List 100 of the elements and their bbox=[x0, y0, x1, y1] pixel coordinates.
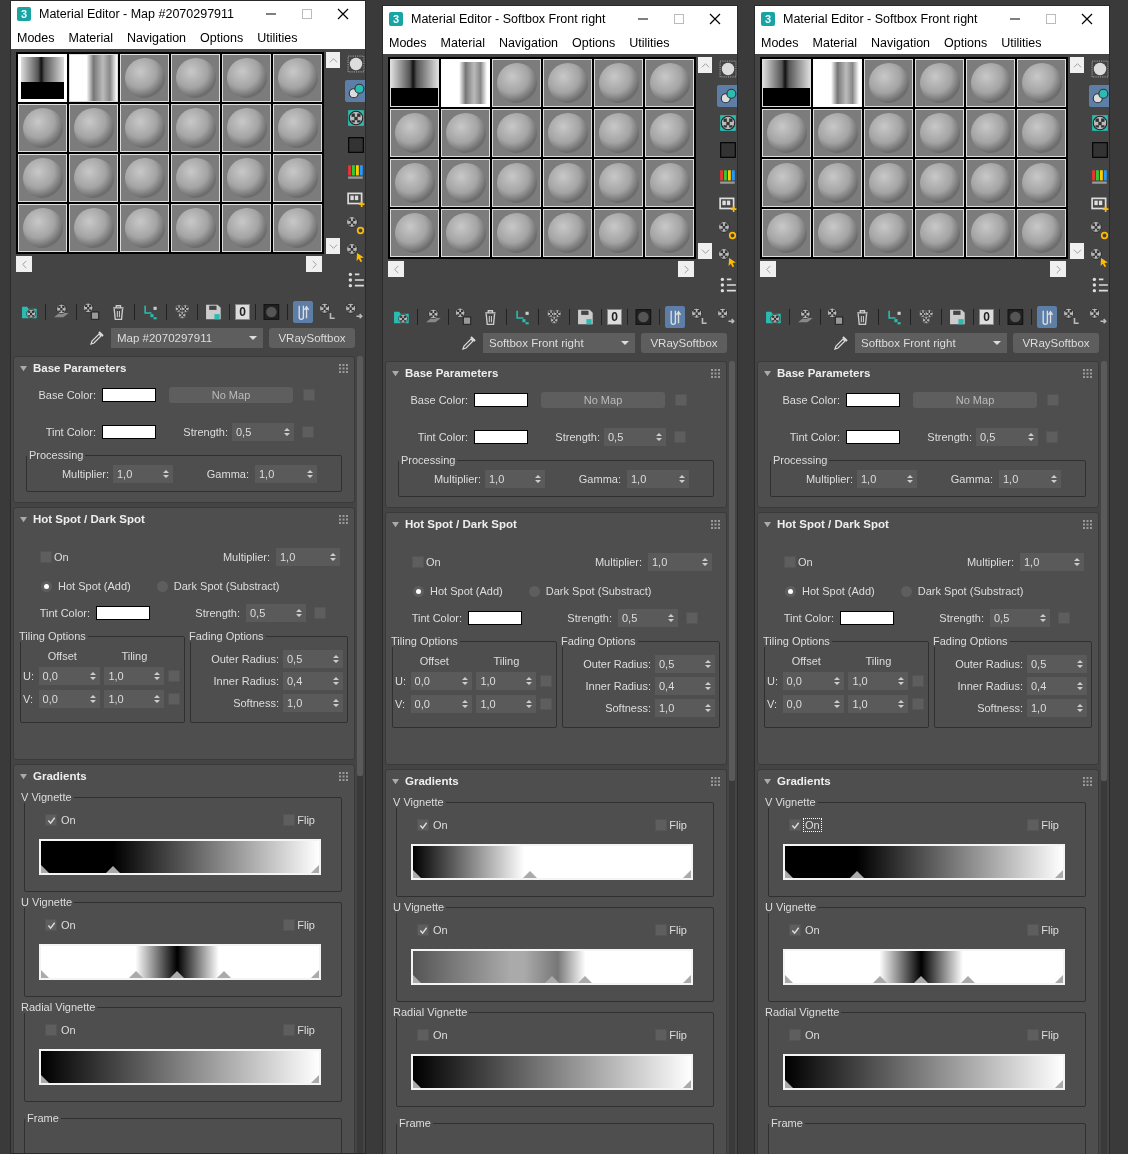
spinner-arrows-icon[interactable] bbox=[333, 654, 339, 664]
sphere-slot[interactable] bbox=[966, 59, 1015, 107]
rollout-title[interactable]: Base Parameters bbox=[33, 362, 333, 374]
sphere-slot[interactable] bbox=[966, 209, 1015, 257]
collapse-triangle-icon[interactable] bbox=[20, 772, 27, 780]
color-swatch[interactable] bbox=[474, 430, 528, 444]
checkbox[interactable] bbox=[789, 819, 801, 831]
sphere-slot[interactable] bbox=[492, 59, 541, 107]
spinner-field[interactable]: 0,5 bbox=[990, 609, 1050, 627]
sphere-slot[interactable] bbox=[273, 154, 322, 202]
checker-sphere-icon[interactable] bbox=[345, 107, 365, 129]
sphere-slot[interactable] bbox=[492, 209, 541, 257]
spinner-field[interactable]: 1,0 bbox=[276, 548, 340, 566]
gradient-ramp[interactable] bbox=[39, 839, 321, 875]
menu-item[interactable]: Options bbox=[200, 30, 244, 45]
sphere-slot[interactable] bbox=[864, 109, 913, 157]
sphere-slot[interactable] bbox=[492, 109, 541, 157]
grip-icon[interactable] bbox=[1083, 776, 1092, 786]
spinner-arrows-icon[interactable] bbox=[907, 474, 913, 484]
sphere-slot[interactable] bbox=[813, 209, 862, 257]
sphere-slot[interactable] bbox=[273, 104, 322, 152]
spinner-arrows-icon[interactable] bbox=[90, 694, 97, 704]
material-id-button[interactable]: 0 bbox=[979, 309, 995, 325]
menu-item[interactable]: Navigation bbox=[499, 35, 559, 50]
gradient-ramp[interactable] bbox=[39, 1049, 321, 1085]
caret-icon[interactable] bbox=[249, 334, 257, 342]
name-dropdown[interactable]: Softbox Front right bbox=[483, 333, 635, 353]
sphere-slot[interactable] bbox=[1017, 209, 1066, 257]
sphere-slot[interactable] bbox=[645, 59, 694, 107]
eyedropper-icon[interactable] bbox=[461, 335, 477, 351]
caret-icon[interactable] bbox=[993, 339, 1001, 347]
material-id-button[interactable]: 0 bbox=[607, 309, 623, 325]
menu-item[interactable]: Utilities bbox=[1001, 35, 1042, 50]
collapse-triangle-icon[interactable] bbox=[764, 369, 771, 377]
square-icon[interactable] bbox=[1089, 139, 1109, 161]
rollout-title[interactable]: Base Parameters bbox=[405, 367, 705, 379]
spinner-field[interactable]: 0,5 bbox=[1027, 655, 1087, 673]
spinner-arrows-icon[interactable] bbox=[526, 699, 533, 709]
sphere-slot[interactable] bbox=[915, 159, 964, 207]
sphere-slot[interactable] bbox=[120, 154, 169, 202]
checker-sphere-icon[interactable] bbox=[1089, 112, 1109, 134]
sphere-slot[interactable] bbox=[594, 159, 643, 207]
spinner-field[interactable]: 0,0 bbox=[38, 667, 101, 685]
spinner-field[interactable]: 1,0 bbox=[485, 470, 545, 488]
spinner-arrows-icon[interactable] bbox=[307, 469, 313, 479]
color-swatch[interactable] bbox=[102, 388, 156, 402]
collapse-triangle-icon[interactable] bbox=[764, 777, 771, 785]
menu-item[interactable]: Options bbox=[944, 35, 988, 50]
spinner-arrows-icon[interactable] bbox=[333, 676, 339, 686]
collapse-triangle-icon[interactable] bbox=[764, 520, 771, 528]
spinner-field[interactable]: 0,5 bbox=[246, 604, 306, 622]
checkbox[interactable] bbox=[45, 919, 57, 931]
spinner-field[interactable]: 0,5 bbox=[283, 650, 343, 668]
spinner-field[interactable]: 0,0 bbox=[38, 690, 101, 708]
checker-cursor-icon[interactable] bbox=[717, 247, 737, 269]
spinner-field[interactable]: 0,4 bbox=[1027, 677, 1087, 695]
sphere-slot[interactable] bbox=[1017, 59, 1066, 107]
menu-item[interactable]: Navigation bbox=[871, 35, 931, 50]
gradient-ramp[interactable] bbox=[783, 1054, 1065, 1090]
rollout-title[interactable]: Base Parameters bbox=[777, 367, 1077, 379]
spinner-arrows-icon[interactable] bbox=[154, 694, 161, 704]
gradient-ramp[interactable] bbox=[411, 949, 693, 985]
sphere-slot[interactable] bbox=[1017, 159, 1066, 207]
spinner-arrows-icon[interactable] bbox=[163, 469, 169, 479]
spinner-field[interactable]: 1,0 bbox=[476, 695, 537, 713]
type-button[interactable]: VRaySoftbox bbox=[641, 333, 727, 353]
sphere-slot[interactable] bbox=[390, 109, 439, 157]
sphere-slot[interactable] bbox=[966, 109, 1015, 157]
menu-item[interactable]: Material bbox=[812, 35, 857, 50]
spinner-field[interactable]: 0,0 bbox=[782, 672, 845, 690]
spinner-field[interactable]: 0,5 bbox=[604, 428, 666, 446]
map-preview-slot[interactable] bbox=[762, 59, 811, 107]
sphere-slot[interactable] bbox=[120, 204, 169, 252]
spinner-arrows-icon[interactable] bbox=[284, 427, 290, 437]
sphere-slot[interactable] bbox=[120, 104, 169, 152]
show-map-icon[interactable] bbox=[292, 301, 314, 323]
rollout-title[interactable]: Gradients bbox=[777, 775, 1077, 787]
square-icon[interactable] bbox=[717, 139, 737, 161]
sphere-slot[interactable] bbox=[441, 209, 490, 257]
collapse-triangle-icon[interactable] bbox=[20, 515, 27, 523]
sphere-slot[interactable] bbox=[273, 204, 322, 252]
sphere-slot[interactable] bbox=[645, 109, 694, 157]
spinner-arrows-icon[interactable] bbox=[834, 699, 841, 709]
spinner-arrows-icon[interactable] bbox=[462, 676, 469, 686]
spinner-field[interactable]: 1,0 bbox=[104, 667, 165, 685]
sphere-slot[interactable] bbox=[864, 209, 913, 257]
sphere-slot[interactable] bbox=[69, 154, 118, 202]
spinner-field[interactable]: 1,0 bbox=[627, 470, 689, 488]
spinner-arrows-icon[interactable] bbox=[90, 671, 97, 681]
sphere-slot[interactable] bbox=[222, 204, 271, 252]
sphere-slot[interactable] bbox=[915, 59, 964, 107]
sphere-slot[interactable] bbox=[441, 159, 490, 207]
menu-item[interactable]: Utilities bbox=[629, 35, 670, 50]
grip-icon[interactable] bbox=[339, 771, 348, 781]
sphere-slot[interactable] bbox=[645, 159, 694, 207]
map-preview-slot[interactable] bbox=[390, 59, 439, 107]
sphere-slot[interactable] bbox=[762, 209, 811, 257]
spinner-field[interactable]: 1,0 bbox=[655, 699, 715, 717]
sphere-slot[interactable] bbox=[543, 109, 592, 157]
spinner-field[interactable]: 1,0 bbox=[476, 672, 537, 690]
